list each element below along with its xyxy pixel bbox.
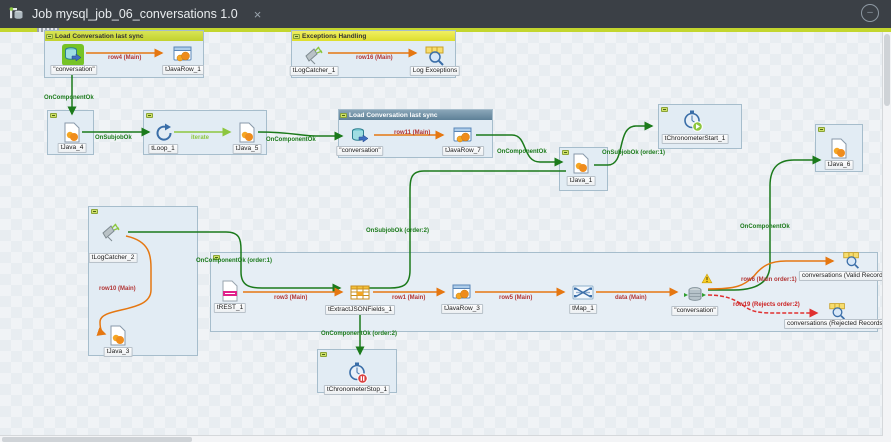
tjavarow-icon[interactable]	[452, 125, 474, 147]
link-label[interactable]: OnComponentOk	[44, 95, 94, 102]
link-label[interactable]: OnComponentOk (order:1)	[196, 258, 272, 265]
tlogcatcher-icon[interactable]	[303, 44, 325, 66]
tjavarow-icon[interactable]	[451, 282, 473, 304]
collapse-subjob-icon[interactable]	[46, 34, 53, 39]
tchronometerstop-icon[interactable]	[346, 362, 368, 384]
component-label[interactable]: "conversation"	[671, 306, 718, 316]
component-label[interactable]: tREST_1	[214, 303, 246, 313]
collapse-subjob-icon[interactable]	[293, 34, 300, 39]
collapse-subjob-icon[interactable]	[320, 352, 327, 357]
component-label[interactable]: tMap_1	[569, 304, 597, 314]
link-label[interactable]: OnSubjobOk	[95, 135, 132, 142]
subjob-title: Exceptions Handling	[302, 33, 366, 40]
component-label[interactable]: tJavaRow_1	[162, 65, 204, 75]
link-label[interactable]: row11 (Main)	[394, 130, 430, 137]
component-label[interactable]: tJava_6	[825, 160, 854, 170]
link-label[interactable]: row6 (Main order:1)	[741, 277, 797, 284]
link-label[interactable]: OnComponentOk	[740, 224, 790, 231]
tjava-icon[interactable]	[61, 122, 83, 144]
tjava-icon[interactable]	[236, 122, 258, 144]
component-label[interactable]: Log Exceptions	[410, 66, 460, 76]
component-label[interactable]: "conversation"	[336, 146, 383, 156]
link-label[interactable]: row5 (Main)	[499, 295, 532, 302]
horizontal-scrollbar-thumb[interactable]	[2, 437, 192, 442]
component-label[interactable]: conversations (Rejected Records)	[784, 319, 888, 329]
component-label[interactable]: tJavaRow_3	[441, 304, 483, 314]
collapse-subjob-icon[interactable]	[340, 113, 347, 118]
tlogcatcher-icon[interactable]	[100, 221, 122, 243]
tlogrow-icon[interactable]	[424, 44, 446, 66]
collapse-subjob-icon[interactable]	[50, 113, 57, 118]
component-label[interactable]: tExtractJSONFields_1	[325, 305, 395, 315]
subjob-title: Load Conversation last sync	[55, 33, 144, 40]
minimize-button[interactable]: –	[861, 4, 879, 22]
link-label[interactable]: iterate	[191, 135, 209, 142]
tmap-icon[interactable]	[572, 282, 594, 304]
component-label[interactable]: conversations (Valid Records)	[799, 271, 891, 281]
tchronometerstart-icon[interactable]	[681, 110, 703, 132]
job-tab-title: Job mysql_job_06_conversations 1.0	[32, 7, 238, 21]
link-label[interactable]: row19 (Rejects order:2)	[733, 302, 800, 309]
tjava-icon[interactable]	[107, 325, 129, 347]
link-label[interactable]: OnComponentOk	[497, 149, 547, 156]
link-label[interactable]: row4 (Main)	[108, 55, 141, 62]
link-label[interactable]: row1 (Main)	[392, 295, 425, 302]
link-label[interactable]: OnComponentOk (order:2)	[321, 331, 397, 338]
tjava-icon[interactable]	[570, 153, 592, 175]
link-label[interactable]: row3 (Main)	[274, 295, 307, 302]
collapse-subjob-icon[interactable]	[146, 113, 153, 118]
link-label[interactable]: OnComponentOk	[266, 137, 316, 144]
component-label[interactable]: tChronometerStart_1	[662, 134, 729, 144]
db-input-conversation-icon[interactable]	[349, 125, 371, 147]
tjava-icon[interactable]	[828, 138, 850, 160]
component-label[interactable]: tLoop_1	[148, 144, 178, 154]
horizontal-scrollbar[interactable]	[0, 435, 883, 442]
db-input-conversation-icon[interactable]	[62, 44, 84, 66]
component-label[interactable]: tJava_3	[104, 347, 133, 357]
subjob-title: Load Conversation last sync	[349, 112, 438, 119]
tloop-icon[interactable]	[152, 122, 174, 144]
editor-titlebar: Job mysql_job_06_conversations 1.0 × –	[0, 0, 891, 28]
link-label[interactable]: OnSubjobOk (order:2)	[366, 228, 429, 235]
tab-close-icon[interactable]: ×	[254, 7, 262, 22]
tlogrow-icon[interactable]	[842, 250, 861, 269]
warning-icon	[701, 273, 713, 285]
link-label[interactable]: row10 (Main)	[99, 286, 136, 293]
link-label[interactable]: data (Main)	[615, 295, 647, 302]
collapse-subjob-icon[interactable]	[91, 209, 98, 214]
job-icon	[8, 6, 24, 22]
trest-icon[interactable]	[219, 280, 241, 302]
component-label[interactable]: tJavaRow_7	[442, 146, 484, 156]
component-label[interactable]: tJava_5	[233, 144, 262, 154]
textractjsonfields-icon[interactable]	[349, 282, 371, 304]
component-label[interactable]: tJava_4	[58, 143, 87, 153]
talend-job-designer: Job mysql_job_06_conversations 1.0 × – L…	[0, 0, 891, 442]
collapse-subjob-icon[interactable]	[562, 150, 569, 155]
component-label[interactable]: tLogCatcher_2	[89, 253, 138, 263]
vertical-scrollbar-thumb[interactable]	[884, 34, 890, 106]
component-label[interactable]: tLogCatcher_1	[290, 66, 339, 76]
tlogrow-icon[interactable]	[828, 301, 847, 320]
component-label[interactable]: "conversation"	[50, 65, 97, 75]
collapse-subjob-icon[interactable]	[661, 107, 668, 112]
component-label[interactable]: tChronometerStop_1	[324, 385, 390, 395]
component-label[interactable]: tJava_1	[567, 176, 596, 186]
link-label[interactable]: OnSubjobOk (order:1)	[602, 150, 665, 157]
vertical-scrollbar[interactable]	[882, 32, 891, 442]
tjavarow-icon[interactable]	[172, 44, 194, 66]
db-output-conversation-icon[interactable]	[684, 284, 706, 306]
job-tab[interactable]: Job mysql_job_06_conversations 1.0 ×	[0, 0, 271, 28]
link-label[interactable]: row16 (Main)	[356, 55, 393, 62]
collapse-subjob-icon[interactable]	[818, 127, 825, 132]
